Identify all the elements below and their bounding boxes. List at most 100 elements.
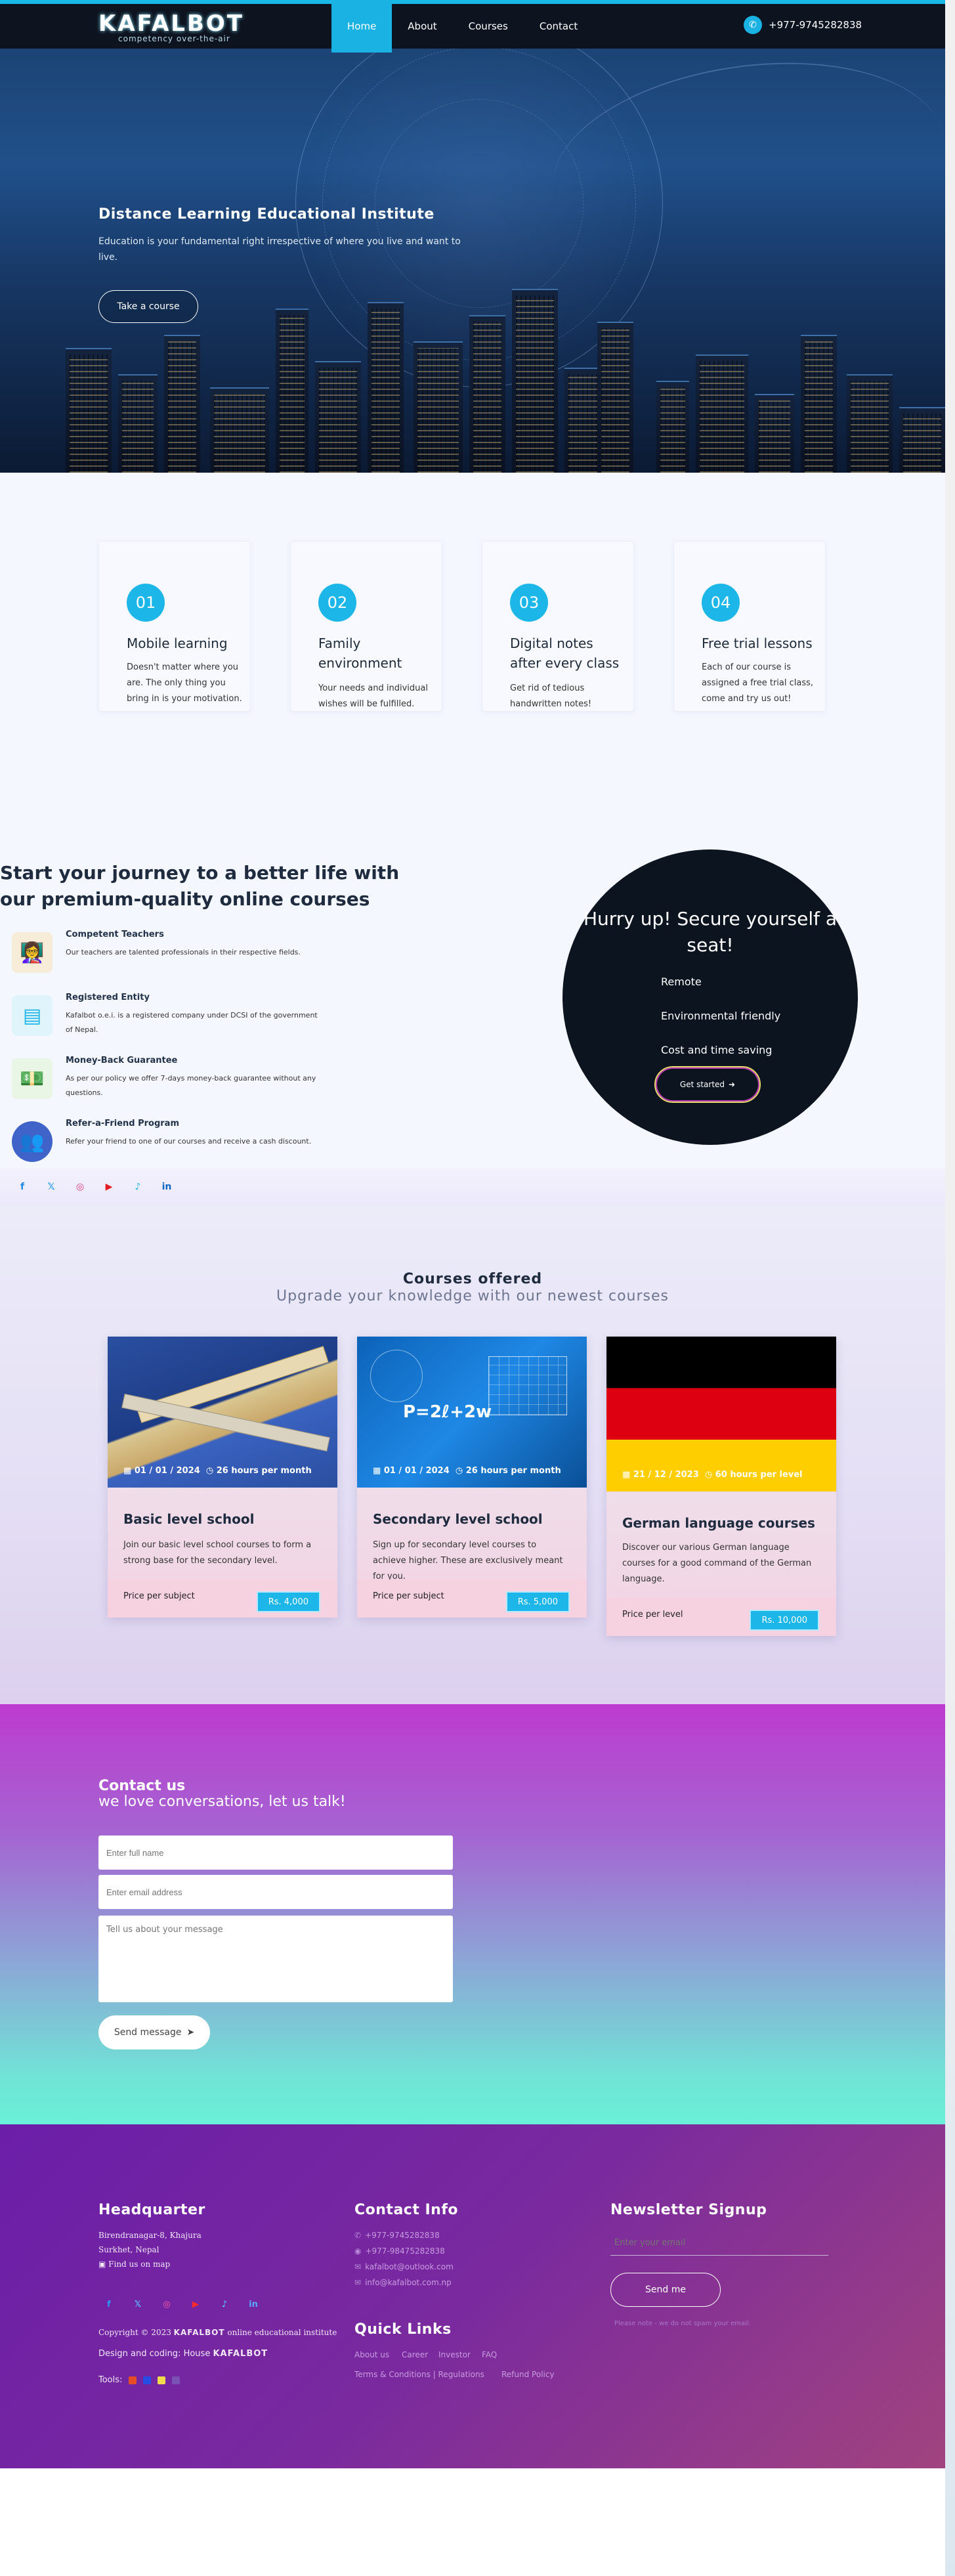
newsletter-send-button[interactable]: Send me <box>610 2273 721 2307</box>
link-investor[interactable]: Investor <box>438 2350 471 2359</box>
send-message-label: Send message <box>114 2027 182 2038</box>
link-about[interactable]: About us <box>354 2350 389 2359</box>
social-strip: f 𝕏 ◎ ▶ ♪ in <box>0 1169 945 1205</box>
message-textarea[interactable] <box>98 1916 453 2002</box>
page-scrollbar[interactable] <box>945 0 955 2576</box>
address-line: Surkhet, Nepal <box>98 2245 159 2254</box>
price-label: Price per level <box>622 1610 683 1620</box>
link-terms[interactable]: Terms & Conditions | Regulations <box>354 2370 484 2379</box>
registered-card-icon: ▤ <box>12 995 53 1036</box>
refer-friend-icon: 👥 <box>12 1121 53 1162</box>
contact-section: Contact us we love conversations, let us… <box>0 1704 945 2124</box>
journey-item-title: Refer-a-Friend Program <box>66 1119 179 1128</box>
bootstrap-icon <box>172 2376 180 2384</box>
take-course-button[interactable]: Take a course <box>98 290 198 323</box>
arrow-right-icon: ➜ <box>729 1080 736 1089</box>
course-meta: ▦ 21 / 12 / 2023 ◷ 60 hours per level <box>622 1470 803 1480</box>
feature-title: Free trial lessons <box>702 635 813 651</box>
css-icon <box>143 2376 152 2384</box>
link-refund-policy[interactable]: Refund Policy <box>501 2370 555 2379</box>
feature-number: 02 <box>318 584 356 622</box>
javascript-icon <box>158 2376 166 2384</box>
seat-cta-circle: Hurry up! Secure yourself a seat! Remote… <box>562 849 858 1145</box>
linkedin-icon[interactable]: in <box>245 2296 261 2312</box>
get-started-button[interactable]: Get started ➜ <box>654 1066 761 1103</box>
price-badge[interactable]: Rs. 5,000 <box>505 1591 570 1612</box>
envelope-icon: ✉ <box>354 2262 362 2271</box>
email-link[interactable]: ✉ kafalbot@outlook.com <box>354 2262 454 2271</box>
paper-plane-icon: ➤ <box>186 2027 195 2038</box>
courses-subtitle: Upgrade your knowledge with our newest c… <box>276 1288 669 1304</box>
course-card[interactable]: P=2ℓ+2w ▦ 01 / 01 / 2024 ◷ 26 hours per … <box>357 1337 587 1618</box>
design-credit: Design and coding: House KAFALBOT <box>98 2349 268 2359</box>
hero-section: Distance Learning Educational Institute … <box>0 0 945 473</box>
full-name-input[interactable] <box>98 1835 453 1870</box>
map-link[interactable]: ▣ Find us on map <box>98 2260 170 2269</box>
whatsapp-icon: ✆ <box>744 16 762 34</box>
feature-desc: Your needs and individual wishes will be… <box>318 683 428 709</box>
phone-link[interactable]: ✆ +977-9745282838 <box>354 2231 440 2240</box>
instagram-icon[interactable]: ◎ <box>72 1179 88 1195</box>
courses-section: Courses offered Upgrade your knowledge w… <box>0 1205 945 1704</box>
journey-item: 💵 Money-Back Guarantee As per our policy… <box>9 1056 318 1108</box>
feature-card: 01 Mobile learning Doesn't matter where … <box>98 541 251 712</box>
price-row: Price per subject Rs. 5,000 <box>357 1579 587 1618</box>
email-input[interactable] <box>98 1875 453 1909</box>
journey-item: 👥 Refer-a-Friend Program Refer your frie… <box>9 1119 318 1171</box>
course-card[interactable]: ▦ 21 / 12 / 2023 ◷ 60 hours per level Ge… <box>606 1337 836 1636</box>
instagram-icon[interactable]: ◎ <box>159 2296 175 2312</box>
navbar: KAFALBOT competency over-the-air Home Ab… <box>0 0 945 53</box>
newsletter-email-input[interactable] <box>610 2231 828 2256</box>
address-line: Birendranagar-8, Khajura <box>98 2231 202 2240</box>
seat-feature: Environmental friendly <box>661 1010 781 1022</box>
twitter-icon[interactable]: 𝕏 <box>43 1179 59 1195</box>
link-career[interactable]: Career <box>402 2350 428 2359</box>
map-icon: ▣ <box>98 2260 109 2269</box>
price-label: Price per subject <box>123 1591 195 1601</box>
course-card[interactable]: ▦ 01 / 01 / 2024 ◷ 26 hours per month Ba… <box>108 1337 337 1618</box>
price-row: Price per level Rs. 10,000 <box>606 1598 836 1636</box>
nav-contact[interactable]: Contact <box>524 0 593 53</box>
feature-card: 04 Free trial lessons Each of our course… <box>673 541 826 712</box>
whatsapp-link[interactable]: ◉ +977-98475282838 <box>354 2246 445 2256</box>
journey-item: ▤ Registered Entity Kafalbot o.e.i. is a… <box>9 993 318 1045</box>
tiktok-icon[interactable]: ♪ <box>130 1179 146 1195</box>
copyright: Copyright © 2023 KAFALBOT online educati… <box>98 2328 337 2337</box>
nav-courses[interactable]: Courses <box>453 0 524 53</box>
newsletter-title: Newsletter Signup <box>610 2202 767 2218</box>
course-meta: ▦ 01 / 01 / 2024 ◷ 26 hours per month <box>123 1466 312 1476</box>
linkedin-icon[interactable]: in <box>159 1179 175 1195</box>
price-badge[interactable]: Rs. 4,000 <box>256 1591 320 1612</box>
brand-name: KAFALBOT <box>98 11 244 37</box>
journey-item-desc: Refer your friend to one of our courses … <box>66 1137 312 1146</box>
envelope-icon: ✉ <box>354 2278 362 2287</box>
nav-phone[interactable]: ✆ +977-9745282838 <box>744 16 862 34</box>
brand-logo[interactable]: KAFALBOT competency over-the-air <box>98 11 244 43</box>
nav-phone-number: +977-9745282838 <box>769 19 862 31</box>
link-faq[interactable]: FAQ <box>482 2350 497 2359</box>
course-image-math: P=2ℓ+2w ▦ 01 / 01 / 2024 ◷ 26 hours per … <box>357 1337 587 1488</box>
feature-title: Digital notes after every class <box>510 635 620 671</box>
whatsapp-icon: ◉ <box>354 2246 362 2256</box>
facebook-icon[interactable]: f <box>101 2296 117 2312</box>
email-link[interactable]: ✉ info@kafalbot.com.np <box>354 2278 452 2287</box>
send-message-button[interactable]: Send message ➤ <box>98 2015 210 2050</box>
seat-feature: Remote <box>661 976 702 988</box>
contact-title: Contact us <box>98 1778 186 1794</box>
phone-icon: ✆ <box>354 2231 362 2240</box>
feature-number: 01 <box>127 584 165 622</box>
youtube-icon[interactable]: ▶ <box>101 1179 117 1195</box>
nav-home[interactable]: Home <box>331 0 393 53</box>
feature-title: Family environment <box>318 635 402 671</box>
course-name: Secondary level school <box>373 1511 543 1527</box>
course-name: Basic level school <box>123 1511 255 1527</box>
nav-about[interactable]: About <box>392 0 452 53</box>
youtube-icon[interactable]: ▶ <box>188 2296 203 2312</box>
tiktok-icon[interactable]: ♪ <box>217 2296 232 2312</box>
twitter-icon[interactable]: 𝕏 <box>130 2296 146 2312</box>
journey-item-title: Registered Entity <box>66 993 150 1002</box>
footer: Headquarter Birendranagar-8, Khajura Sur… <box>0 2124 945 2468</box>
course-desc: Discover our various German language cou… <box>622 1543 812 1584</box>
facebook-icon[interactable]: f <box>14 1179 30 1195</box>
price-badge[interactable]: Rs. 10,000 <box>750 1610 819 1631</box>
